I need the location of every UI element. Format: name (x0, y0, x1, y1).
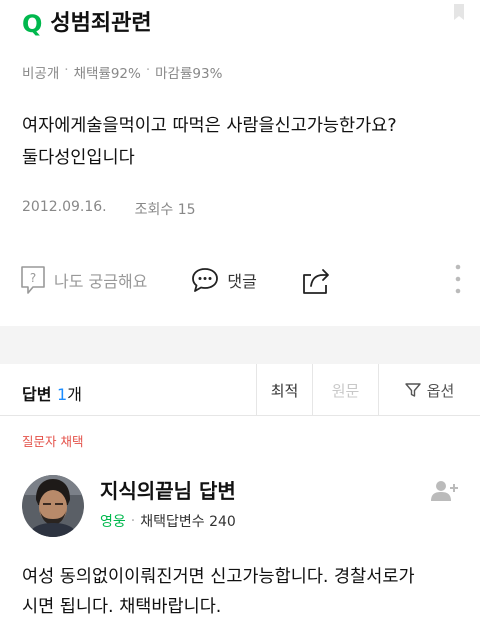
answer-body-line: 시면 됩니다. 채택바랍니다. (22, 597, 222, 617)
curious-button[interactable]: ? 나도 궁금해요 (20, 265, 147, 295)
sort-best-button[interactable]: 최적 (256, 364, 312, 416)
question-body: 여자에게술을먹이고 따먹은 사람을신고가능한가요? 둘다성인입니다 (22, 110, 462, 174)
answer-count-unit: 개 (67, 385, 82, 404)
question-body-line: 여자에게술을먹이고 따먹은 사람을신고가능한가요? (22, 116, 397, 136)
answers-toolbar: 답변 1개 최적 원문 옵션 (0, 364, 480, 416)
meta-separator: · (130, 513, 136, 529)
share-button[interactable] (301, 265, 331, 295)
answer-author-info: 지식의끝님 답변 영웅 · 채택답변수 240 (100, 477, 236, 537)
question-info: 2012.09.16. 조회수 15 (22, 199, 196, 219)
meta-separator: · (64, 62, 69, 78)
answer-count-number: 1 (57, 385, 68, 404)
question-header: Q 성범죄관련 (22, 10, 152, 38)
adopted-answer-count: 채택답변수 240 (140, 514, 236, 530)
section-divider (0, 326, 480, 364)
question-date: 2012.09.16. (22, 199, 107, 215)
answer-body: 여성 동의없이이뤄진거면 신고가능합니다. 경찰서로가 시면 됩니다. 채택바랍… (22, 562, 462, 622)
more-options-icon[interactable] (454, 262, 462, 296)
curious-label: 나도 궁금해요 (54, 272, 148, 291)
add-friend-icon[interactable] (430, 480, 458, 502)
closing-rate: 마감률93% (155, 66, 223, 82)
filter-icon (404, 383, 421, 397)
q-icon: Q (22, 10, 43, 38)
answer-header: 지식의끝님 답변 영웅 · 채택답변수 240 (22, 475, 236, 537)
question-title: 성범죄관련 (50, 11, 152, 36)
question-meta: 비공개 · 채택률92% · 마감률93% (22, 62, 222, 82)
answer-author-meta: 영웅 · 채택답변수 240 (100, 511, 236, 531)
question-bubble-icon: ? (21, 266, 45, 294)
options-label: 옵션 (426, 381, 455, 400)
avatar[interactable] (22, 475, 84, 537)
comment-label: 댓글 (227, 272, 257, 291)
answer-count: 답변 1개 (22, 381, 82, 405)
chosen-badge: 질문자 채택 (22, 434, 84, 449)
answer-body-line: 여성 동의없이이뤄진거면 신고가능합니다. 경찰서로가 (22, 567, 415, 587)
avatar-image (22, 475, 84, 537)
question-body-line: 둘다성인입니다 (22, 148, 135, 168)
visibility-label: 비공개 (22, 66, 60, 82)
adoption-rate: 채택률92% (73, 66, 141, 82)
answer-author-title[interactable]: 지식의끝님 답변 (100, 477, 236, 505)
view-count: 조회수 15 (134, 202, 196, 218)
meta-separator: · (145, 62, 151, 78)
comment-icon (192, 268, 219, 292)
share-icon (302, 269, 329, 294)
svg-text:?: ? (30, 271, 36, 285)
options-button[interactable]: 옵션 (378, 364, 480, 416)
bookmark-icon[interactable] (452, 4, 466, 22)
author-grade: 영웅 (100, 514, 126, 530)
question-actions: ? 나도 궁금해요 댓글 (20, 262, 375, 298)
comment-button[interactable]: 댓글 (191, 267, 257, 293)
original-text-button[interactable]: 원문 (312, 364, 378, 416)
qna-page: Q 성범죄관련 비공개 · 채택률92% · 마감률93% 여자에게술을먹이고 … (0, 0, 480, 630)
answer-count-prefix: 답변 (22, 385, 58, 404)
